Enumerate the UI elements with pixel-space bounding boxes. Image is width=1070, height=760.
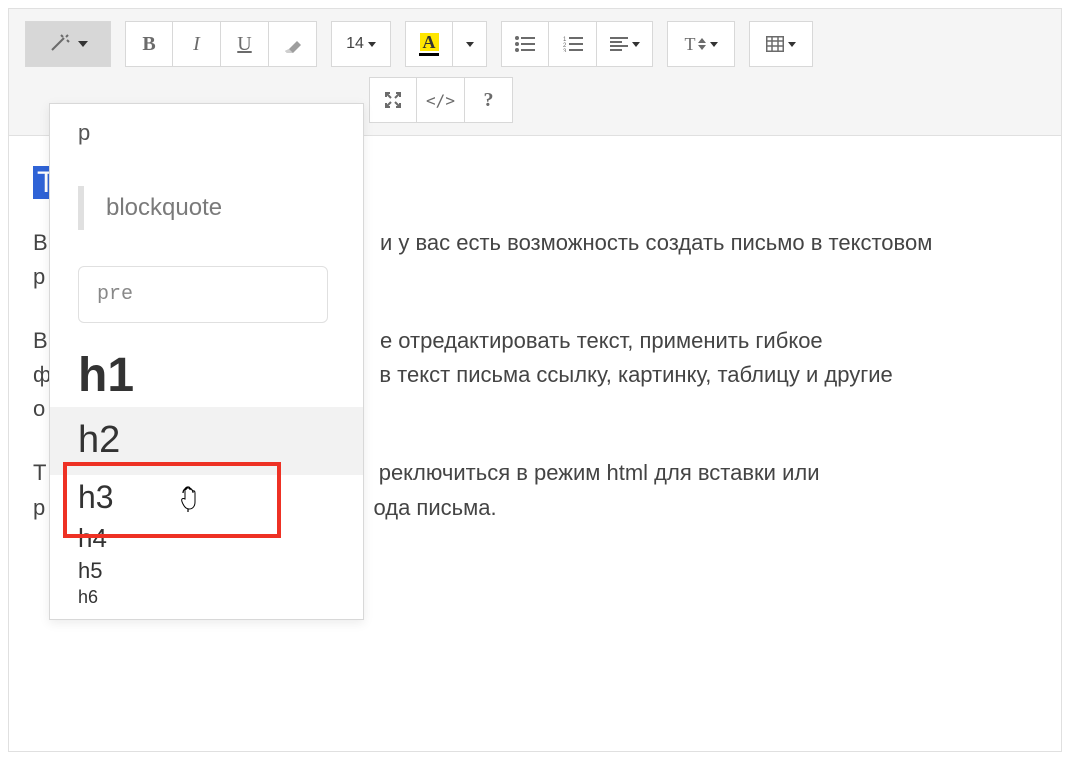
- style-option-h3[interactable]: h3: [50, 475, 363, 521]
- chevron-down-icon: [632, 42, 640, 47]
- magic-wand-icon: [48, 34, 72, 54]
- underline-button[interactable]: U: [221, 21, 269, 67]
- table-icon: [766, 36, 784, 52]
- paragraph-align-button[interactable]: [597, 21, 653, 67]
- bullet-list-icon: [515, 36, 535, 52]
- chevron-down-icon: [78, 41, 88, 47]
- style-option-pre[interactable]: pre: [50, 254, 363, 347]
- eraser-icon: [282, 35, 304, 53]
- chevron-down-icon: [788, 42, 796, 47]
- bold-button[interactable]: B: [125, 21, 173, 67]
- code-view-label: </>: [426, 91, 455, 110]
- italic-button[interactable]: I: [173, 21, 221, 67]
- line-height-button[interactable]: T: [667, 21, 735, 67]
- svg-text:3: 3: [563, 49, 567, 52]
- style-option-blockquote[interactable]: blockquote: [50, 162, 363, 254]
- bold-label: B: [142, 33, 155, 56]
- color-bar: [419, 53, 439, 56]
- font-size-button[interactable]: 14: [331, 21, 391, 67]
- paragraph-group: 123: [501, 21, 653, 67]
- underline-label: U: [237, 33, 251, 56]
- unordered-list-button[interactable]: [501, 21, 549, 67]
- align-left-icon: [610, 37, 628, 51]
- misc-group: </> ?: [369, 77, 513, 123]
- style-option-h2[interactable]: h2: [50, 407, 363, 475]
- style-option-h6[interactable]: h6: [50, 585, 363, 617]
- line-height-arrows-icon: [698, 38, 706, 50]
- style-option-h5[interactable]: h5: [50, 556, 363, 585]
- style-group: [25, 21, 111, 67]
- font-color-group: A: [405, 21, 487, 67]
- fullscreen-icon: [384, 91, 402, 109]
- chevron-down-icon: [466, 42, 474, 47]
- style-dropdown-menu: p blockquote pre h1 h2 h3 h4 h5 h6: [49, 103, 364, 620]
- ordered-list-button[interactable]: 123: [549, 21, 597, 67]
- table-button[interactable]: [749, 21, 813, 67]
- fullscreen-button[interactable]: [369, 77, 417, 123]
- help-button[interactable]: ?: [465, 77, 513, 123]
- style-option-h4[interactable]: h4: [50, 521, 363, 556]
- help-label: ?: [484, 89, 494, 112]
- style-dropdown-button[interactable]: [25, 21, 111, 67]
- line-height-label: T: [685, 34, 696, 55]
- font-color-label: A: [420, 33, 439, 51]
- font-size-group: 14: [331, 21, 391, 67]
- font-style-group: B I U: [125, 21, 317, 67]
- clear-format-button[interactable]: [269, 21, 317, 67]
- font-color-more-button[interactable]: [453, 21, 487, 67]
- style-option-p[interactable]: p: [50, 104, 363, 162]
- style-option-h1[interactable]: h1: [50, 347, 363, 407]
- code-view-button[interactable]: </>: [417, 77, 465, 123]
- font-size-value: 14: [346, 35, 364, 53]
- chevron-down-icon: [368, 42, 376, 47]
- line-height-group: T: [667, 21, 735, 67]
- font-color-button[interactable]: A: [405, 21, 453, 67]
- numbered-list-icon: 123: [563, 36, 583, 52]
- chevron-down-icon: [710, 42, 718, 47]
- table-group: [749, 21, 813, 67]
- italic-label: I: [193, 33, 200, 56]
